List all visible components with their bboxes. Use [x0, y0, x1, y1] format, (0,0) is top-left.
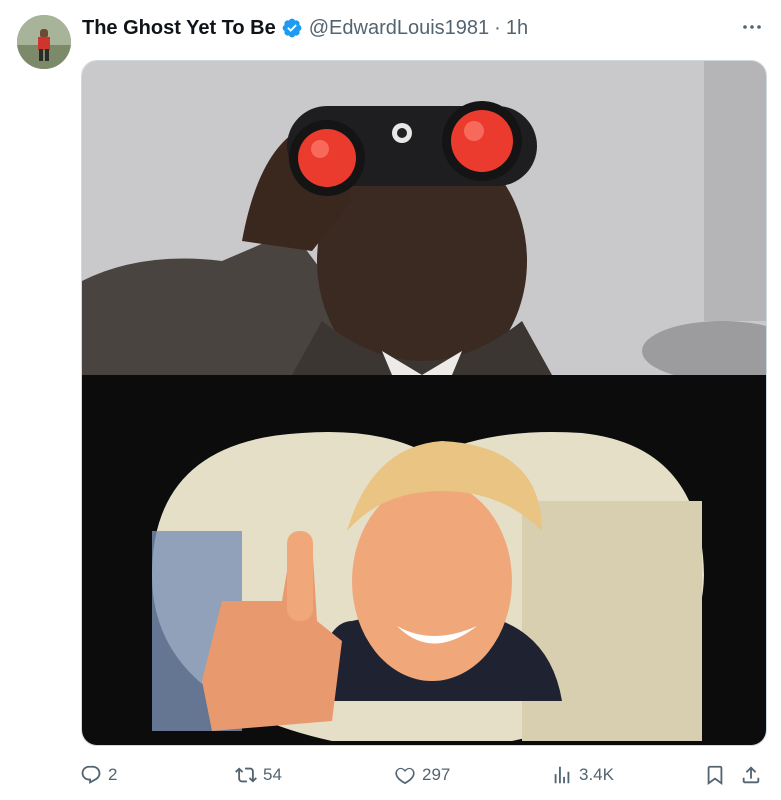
share-button[interactable]: [740, 758, 768, 792]
like-button[interactable]: 297: [394, 758, 450, 792]
post-timestamp[interactable]: 1h: [506, 17, 528, 40]
more-options-button[interactable]: [737, 14, 767, 40]
author-display-name[interactable]: The Ghost Yet To Be: [82, 17, 276, 40]
reply-button[interactable]: 2: [80, 758, 117, 792]
post-actions-bar: 2 54 297 3.4K: [0, 758, 781, 792]
analytics-icon: [554, 766, 570, 784]
like-count: 297: [422, 765, 451, 784]
repost-count: 54: [263, 765, 282, 784]
header-separator: ·: [494, 16, 501, 39]
share-icon: [742, 766, 760, 784]
post-header: The Ghost Yet To Be @EdwardLouis1981 · 1…: [82, 14, 528, 42]
reply-count: 2: [108, 765, 118, 784]
author-handle[interactable]: @EdwardLouis1981: [309, 17, 489, 40]
views-button[interactable]: 3.4K: [551, 758, 614, 792]
repost-icon: [235, 767, 257, 783]
verified-badge-icon: [282, 18, 302, 38]
author-avatar[interactable]: [17, 15, 71, 69]
more-horizontal-icon: [743, 25, 761, 29]
bookmark-button[interactable]: [704, 758, 732, 792]
heart-icon: [395, 767, 415, 785]
post-media-image[interactable]: [81, 60, 767, 746]
bookmark-icon: [707, 765, 723, 786]
views-count: 3.4K: [579, 765, 614, 784]
reply-icon: [81, 765, 101, 784]
repost-button[interactable]: 54: [235, 758, 282, 792]
